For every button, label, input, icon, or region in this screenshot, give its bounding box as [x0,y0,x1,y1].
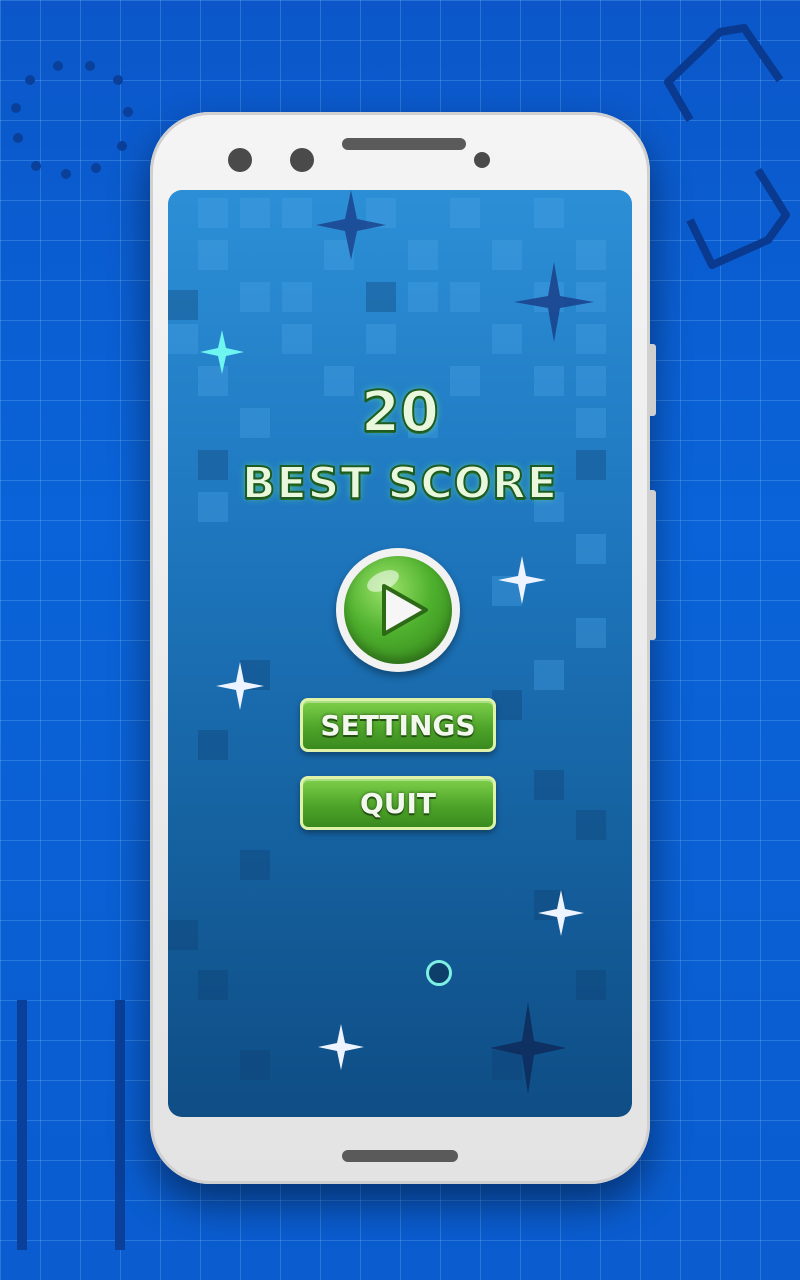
star-dark-icon [490,1002,566,1094]
star-cyan-icon [200,330,244,374]
star-white-icon [216,662,264,710]
phone-frame: 20 BEST SCORE SETTINGS QUIT [150,112,656,1184]
quit-button[interactable]: QUIT [300,776,496,830]
phone-earpiece [342,138,466,150]
decorative-lines [17,1000,125,1250]
phone-camera-icon [228,148,252,172]
play-button-face [344,556,452,664]
phone-bottom-speaker [342,1150,458,1162]
settings-button[interactable]: SETTINGS [300,698,496,752]
phone-power-button [650,344,656,416]
play-button[interactable] [336,548,460,672]
phone-proximity-sensor [474,152,490,168]
current-score: 20 [360,379,440,446]
play-icon [382,584,428,636]
phone-sensor-icon [290,148,314,172]
star-white-icon [318,1024,364,1070]
decorative-brackets [664,24,790,269]
best-score-label: BEST SCORE [241,457,558,510]
star-white-icon [498,556,546,604]
star-dark-icon [316,190,386,260]
star-white-icon [538,890,584,936]
phone-volume-button [650,490,656,640]
game-screen: 20 BEST SCORE SETTINGS QUIT [168,190,632,1117]
decorative-dots-ring [11,61,133,179]
indicator-dot [426,960,452,986]
star-dark-icon [514,262,594,342]
